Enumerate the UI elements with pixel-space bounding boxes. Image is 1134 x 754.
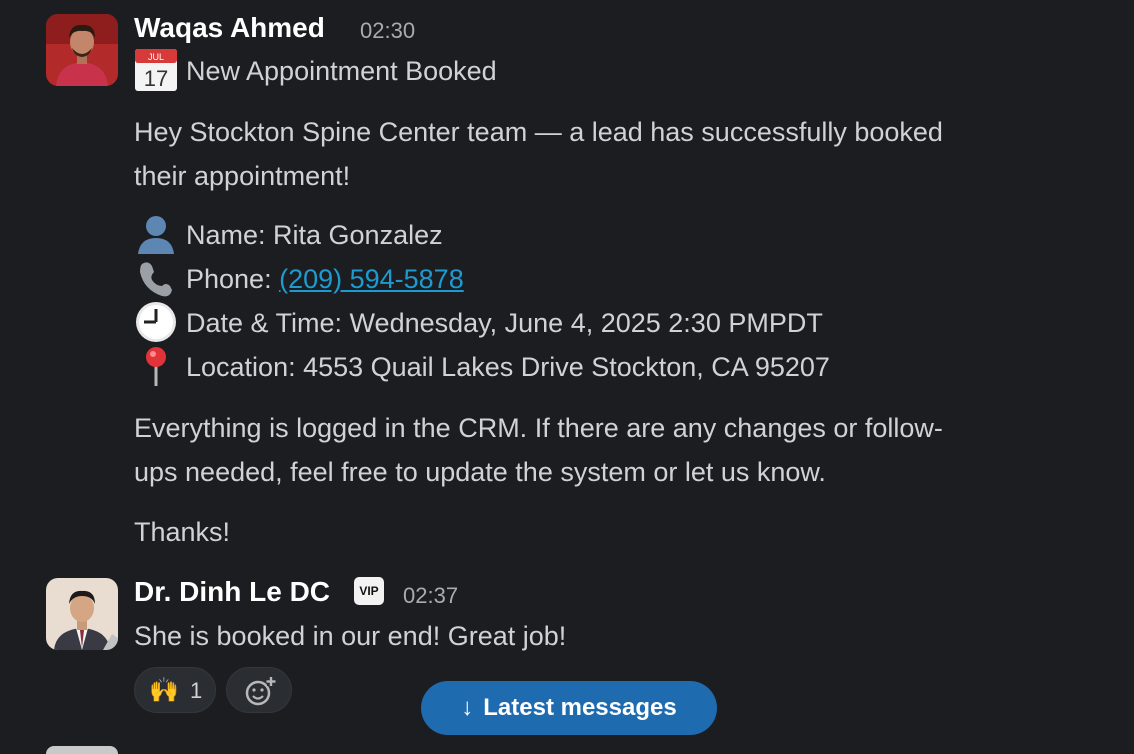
- avatar-next[interactable]: [46, 746, 118, 754]
- calendar-day: 17: [144, 66, 168, 91]
- detail-datetime-text: Date & Time: Wednesday, June 4, 2025 2:3…: [186, 308, 823, 338]
- calendar-month: JUL: [148, 52, 164, 62]
- pin-icon: [134, 344, 178, 388]
- detail-location-text: Location: 4553 Quail Lakes Drive Stockto…: [186, 352, 830, 382]
- phone-icon: [134, 256, 178, 300]
- body-line-2: ups needed, feel free to update the syst…: [134, 457, 826, 487]
- message-text: She is booked in our end! Great job!: [134, 621, 567, 651]
- author-name[interactable]: Waqas Ahmed: [134, 12, 325, 44]
- vip-badge: VIP: [354, 577, 384, 605]
- detail-name-text: Name: Rita Gonzalez: [186, 220, 443, 250]
- clock-icon: [134, 300, 178, 344]
- intro-line-1: Hey Stockton Spine Center team — a lead …: [134, 117, 943, 147]
- add-reaction-icon: [244, 676, 276, 713]
- reaction-count: 1: [190, 678, 203, 703]
- calendar-icon: JUL 17: [134, 48, 178, 92]
- latest-messages-label: Latest messages: [483, 694, 677, 721]
- raised-hands-icon: 🙌: [149, 676, 179, 704]
- latest-messages-button[interactable]: ↓ Latest messages: [421, 681, 717, 735]
- timestamp[interactable]: 02:30: [360, 18, 415, 44]
- author-name[interactable]: Dr. Dinh Le DC: [134, 576, 330, 608]
- avatar-dinh[interactable]: [46, 578, 118, 650]
- reaction-raised-hands[interactable]: 🙌 1: [134, 667, 216, 713]
- body-line-1: Everything is logged in the CRM. If ther…: [134, 413, 943, 443]
- next-message-peek: [0, 742, 1134, 754]
- intro-line-2: their appointment!: [134, 161, 351, 191]
- message-waqas: Waqas Ahmed 02:30 JUL 17 New Appointment…: [0, 0, 1134, 560]
- phone-prefix: Phone:: [186, 264, 280, 294]
- add-reaction-button[interactable]: [226, 667, 292, 713]
- arrow-down-icon: ↓: [461, 694, 474, 721]
- phone-link[interactable]: (209) 594-5878: [279, 264, 464, 294]
- sign-off: Thanks!: [134, 517, 231, 547]
- avatar-waqas[interactable]: [46, 14, 118, 86]
- timestamp[interactable]: 02:37: [403, 583, 458, 609]
- person-icon: [134, 212, 178, 256]
- title-text: New Appointment Booked: [186, 56, 497, 86]
